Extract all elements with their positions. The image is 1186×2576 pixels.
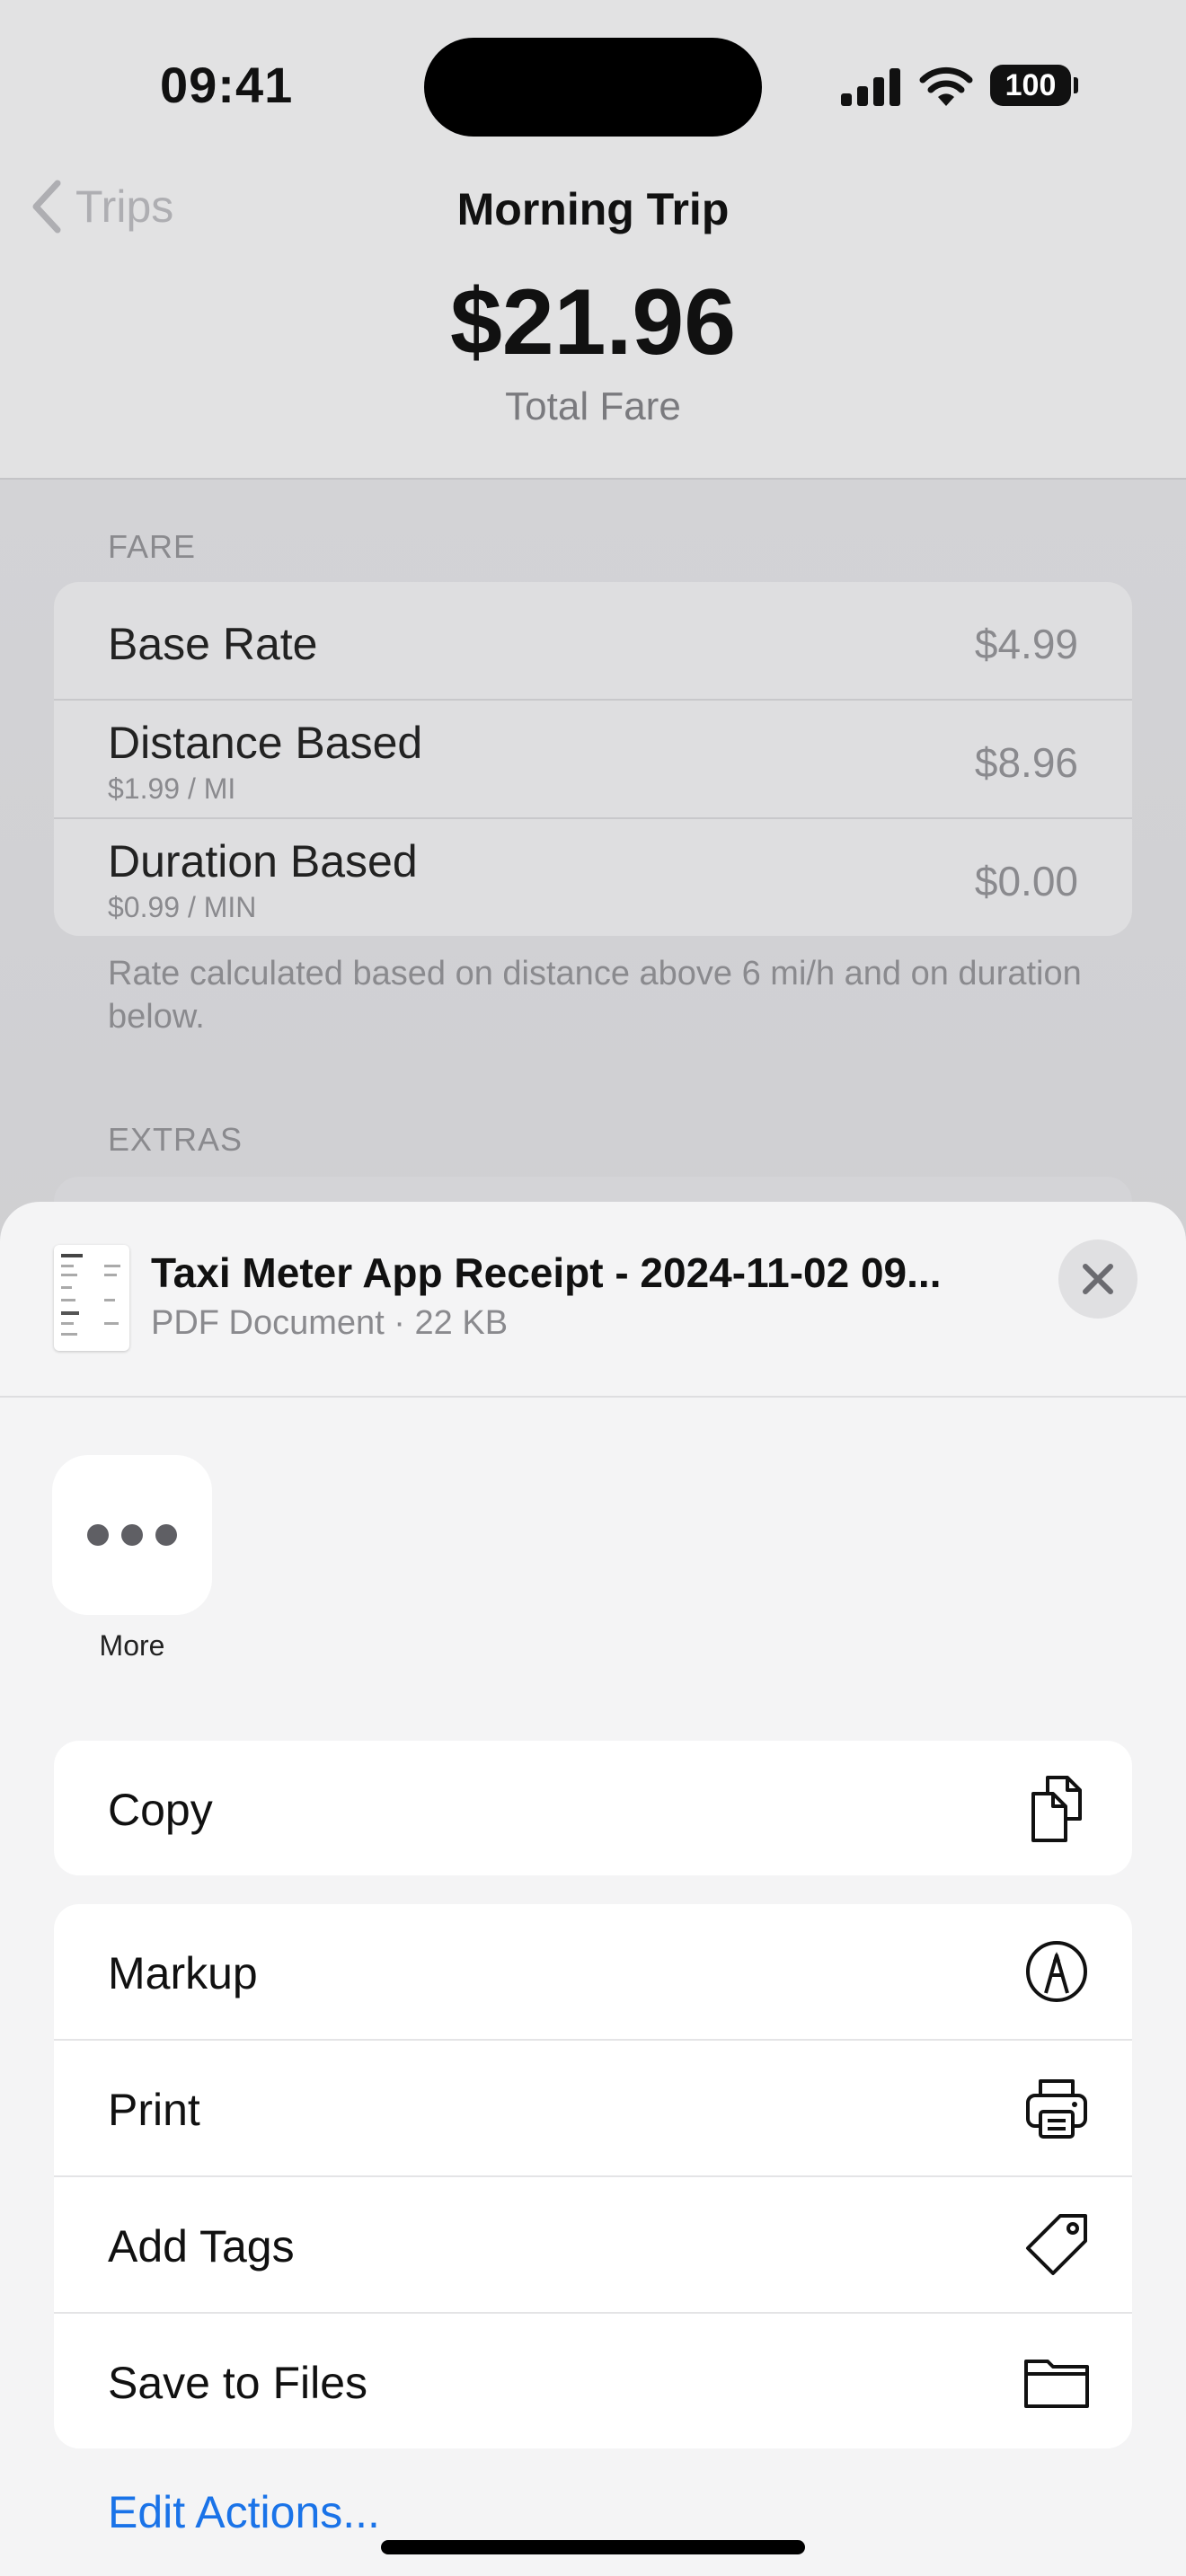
fare-row-label: Duration Based bbox=[108, 836, 418, 887]
markup-action[interactable]: Markup bbox=[54, 1904, 1132, 2041]
fare-row-rate: $1.99 / MI bbox=[108, 772, 236, 805]
action-group-primary: Copy bbox=[54, 1741, 1132, 1875]
action-label: Copy bbox=[108, 1785, 213, 1835]
fare-row-value: $8.96 bbox=[974, 739, 1078, 786]
copy-action[interactable]: Copy bbox=[54, 1741, 1132, 1875]
share-sheet: Taxi Meter App Receipt - 2024-11-02 09..… bbox=[0, 1202, 1186, 2576]
pdf-thumbnail bbox=[54, 1245, 129, 1351]
page-title: Morning Trip bbox=[456, 184, 730, 234]
fare-row-value: $4.99 bbox=[974, 621, 1078, 667]
ellipsis-dot bbox=[121, 1524, 143, 1546]
tag-icon bbox=[1026, 2214, 1087, 2275]
fare-row-duration: Duration Based $0.99 / MIN $0.00 bbox=[54, 819, 1132, 936]
action-label: Save to Files bbox=[108, 2358, 368, 2408]
total-fare-label: Total Fare bbox=[505, 384, 681, 428]
more-button[interactable] bbox=[52, 1455, 212, 1615]
ellipsis-dot bbox=[155, 1524, 177, 1546]
total-fare-amount: $21.96 bbox=[449, 270, 737, 375]
markup-icon bbox=[1026, 1941, 1087, 2002]
ellipsis-dot bbox=[87, 1524, 109, 1546]
edit-actions-link[interactable]: Edit Actions... bbox=[108, 2486, 380, 2538]
fare-card: Base Rate $4.99 Distance Based $1.99 / M… bbox=[54, 582, 1132, 936]
more-label: More bbox=[99, 1629, 165, 1662]
folder-icon bbox=[1024, 2360, 1089, 2408]
fare-row-base-rate: Base Rate $4.99 bbox=[54, 582, 1132, 701]
home-indicator bbox=[381, 2540, 805, 2554]
action-label: Markup bbox=[108, 1948, 258, 1998]
fare-row-distance: Distance Based $1.99 / MI $8.96 bbox=[54, 701, 1132, 819]
fare-row-value: $0.00 bbox=[974, 858, 1078, 904]
copy-icon bbox=[1031, 1776, 1082, 1842]
status-time: 09:41 bbox=[160, 57, 294, 113]
action-label: Print bbox=[108, 2085, 200, 2135]
print-action[interactable]: Print bbox=[54, 2041, 1132, 2177]
add-tags-action[interactable]: Add Tags bbox=[54, 2177, 1132, 2314]
fare-section-header: FARE bbox=[108, 528, 197, 565]
extras-section-header: EXTRAS bbox=[108, 1121, 243, 1158]
close-button[interactable] bbox=[1058, 1239, 1137, 1319]
file-name: Taxi Meter App Receipt - 2024-11-02 09..… bbox=[151, 1249, 942, 1296]
fare-row-label: Distance Based bbox=[108, 718, 423, 768]
fare-footnote: Rate calculated based on distance above … bbox=[108, 955, 1082, 1036]
close-icon bbox=[1083, 1264, 1113, 1294]
action-group-secondary: Markup Print Add Tags Save to Files bbox=[54, 1904, 1132, 2448]
save-to-files-action[interactable]: Save to Files bbox=[54, 2314, 1132, 2448]
file-meta: PDF Document · 22 KB bbox=[151, 1304, 509, 1342]
printer-icon bbox=[1026, 2079, 1087, 2139]
fare-row-label: Base Rate bbox=[108, 619, 318, 669]
wifi-icon bbox=[919, 66, 973, 106]
dynamic-island bbox=[424, 38, 762, 137]
cellular-signal-icon bbox=[841, 68, 902, 106]
battery-indicator: 100 bbox=[990, 65, 1078, 106]
fare-row-rate: $0.99 / MIN bbox=[108, 891, 257, 923]
share-sheet-header: Taxi Meter App Receipt - 2024-11-02 09..… bbox=[0, 1202, 1186, 1398]
action-label: Add Tags bbox=[108, 2221, 295, 2272]
